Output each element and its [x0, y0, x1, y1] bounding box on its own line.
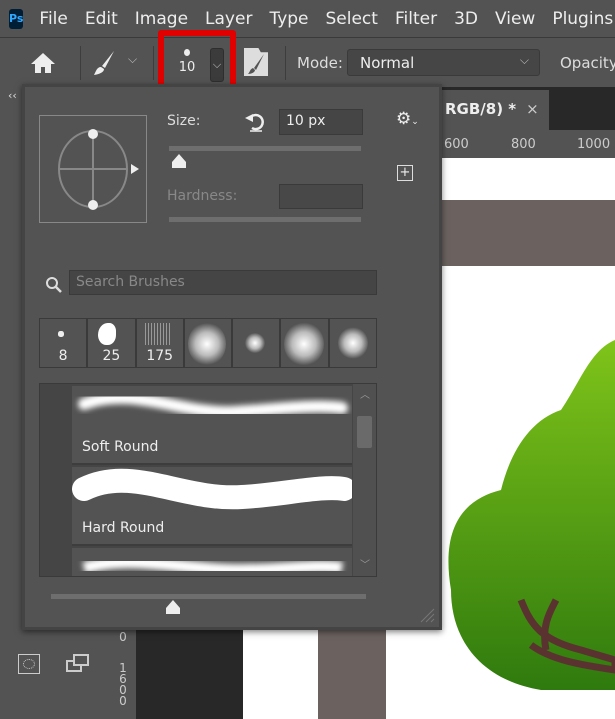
- ruler-tick: 1000: [577, 137, 611, 152]
- brush-preset-picker-panel: Size: 10 px ⚙⌄ + Hardness: Search Brushe…: [22, 84, 442, 630]
- ruler-tick: 0: [119, 630, 127, 644]
- photoshop-logo: Ps: [9, 8, 24, 29]
- hard-stroke-preview: [72, 468, 356, 510]
- hardness-input[interactable]: [279, 184, 363, 209]
- toolbar: ‹‹: [0, 87, 22, 719]
- preset-brush[interactable]: 175: [136, 319, 185, 367]
- preset-size: 8: [58, 348, 68, 364]
- blend-mode-value: Normal: [360, 54, 415, 72]
- menu-bar: Ps File Edit Image Layer Type Select Fil…: [0, 0, 615, 37]
- size-slider-track[interactable]: [169, 146, 361, 151]
- reset-size-icon[interactable]: [244, 112, 266, 132]
- brush-item[interactable]: [72, 548, 352, 576]
- quick-mask-icon[interactable]: [18, 654, 40, 674]
- preset-size: 25: [102, 348, 121, 364]
- gear-icon[interactable]: ⚙⌄: [396, 109, 419, 129]
- menu-select[interactable]: Select: [326, 9, 378, 29]
- preset-brush[interactable]: 25: [88, 319, 137, 367]
- menu-type[interactable]: Type: [269, 9, 308, 29]
- preset-size: 175: [146, 348, 174, 364]
- document-tab[interactable]: RGB/8) * ×: [441, 90, 549, 130]
- preset-brush[interactable]: 8: [40, 319, 89, 367]
- vertical-ruler: 0 1600: [110, 630, 136, 719]
- collapse-icon[interactable]: ‹‹: [8, 89, 17, 102]
- ruler-tick: 800: [511, 137, 536, 152]
- menu-edit[interactable]: Edit: [85, 9, 118, 29]
- soft-stroke-preview: [78, 391, 348, 419]
- brush-tool-icon[interactable]: [92, 50, 116, 76]
- resize-grip-icon[interactable]: [419, 607, 435, 623]
- brush-name: Soft Round: [82, 439, 159, 455]
- menu-image[interactable]: Image: [135, 9, 188, 29]
- ruler-tick: 1600: [119, 661, 127, 708]
- brush-name: Hard Round: [82, 520, 165, 536]
- hardness-slider-track[interactable]: [169, 217, 361, 222]
- close-tab-icon[interactable]: ×: [526, 100, 539, 118]
- brush-item-hard-round[interactable]: Hard Round: [72, 467, 356, 546]
- brush-item-soft-round[interactable]: Soft Round: [72, 386, 352, 465]
- menu-filter[interactable]: Filter: [395, 9, 437, 29]
- canvas-trunk: [318, 630, 386, 719]
- size-input[interactable]: 10 px: [279, 109, 363, 135]
- canvas-brown-band: [441, 200, 615, 266]
- menu-plugins[interactable]: Plugins: [552, 9, 613, 29]
- menu-file[interactable]: File: [39, 9, 67, 29]
- search-brushes-input[interactable]: Search Brushes: [69, 270, 377, 295]
- menu-view[interactable]: View: [495, 9, 535, 29]
- brush-list-scrollbar[interactable]: ︿ ﹀: [353, 384, 376, 576]
- opacity-label: Opacity:: [560, 54, 615, 72]
- menu-layer[interactable]: Layer: [205, 9, 252, 29]
- preset-brush[interactable]: [281, 319, 330, 367]
- horizontal-ruler: 600 800 1000: [441, 130, 615, 158]
- toolbar-bottom: [0, 630, 110, 719]
- home-icon[interactable]: [30, 52, 56, 74]
- blend-mode-select[interactable]: Normal ⌵: [347, 49, 540, 76]
- preset-brush[interactable]: [233, 319, 282, 367]
- scrollbar-thumb[interactable]: [357, 416, 372, 448]
- preview-size-slider-track[interactable]: [51, 594, 366, 599]
- preview-size-slider-thumb[interactable]: [165, 599, 181, 615]
- ruler-tick: 600: [444, 137, 469, 152]
- scroll-up-icon[interactable]: ︿: [360, 386, 370, 401]
- screen-mode-icon[interactable]: [66, 654, 90, 674]
- new-preset-icon[interactable]: +: [397, 165, 413, 181]
- brush-settings-panel-icon[interactable]: [244, 48, 268, 76]
- hardness-label: Hardness:: [167, 188, 238, 204]
- size-slider-thumb[interactable]: [171, 153, 187, 169]
- size-label: Size:: [167, 113, 201, 129]
- search-placeholder: Search Brushes: [76, 274, 185, 290]
- scroll-down-icon[interactable]: ﹀: [360, 556, 370, 571]
- pasteboard: [136, 630, 243, 719]
- tree-illustration: [448, 340, 615, 690]
- recent-brushes: 8 25 175: [39, 318, 377, 368]
- document-tab-title: RGB/8) *: [445, 100, 517, 118]
- search-icon: [46, 277, 62, 293]
- tool-preset-chevron-icon[interactable]: ⌵: [128, 52, 137, 67]
- mode-label: Mode:: [297, 54, 343, 72]
- preset-brush[interactable]: [329, 319, 376, 367]
- brush-tip-shape-preview[interactable]: [39, 115, 147, 223]
- chevron-down-icon: ⌵: [519, 53, 529, 67]
- preset-brush[interactable]: [184, 319, 234, 367]
- soft-stroke-preview: [82, 556, 344, 576]
- menu-3d[interactable]: 3D: [454, 9, 478, 29]
- brush-list: Soft Round Hard Round ︿ ﹀: [39, 383, 377, 577]
